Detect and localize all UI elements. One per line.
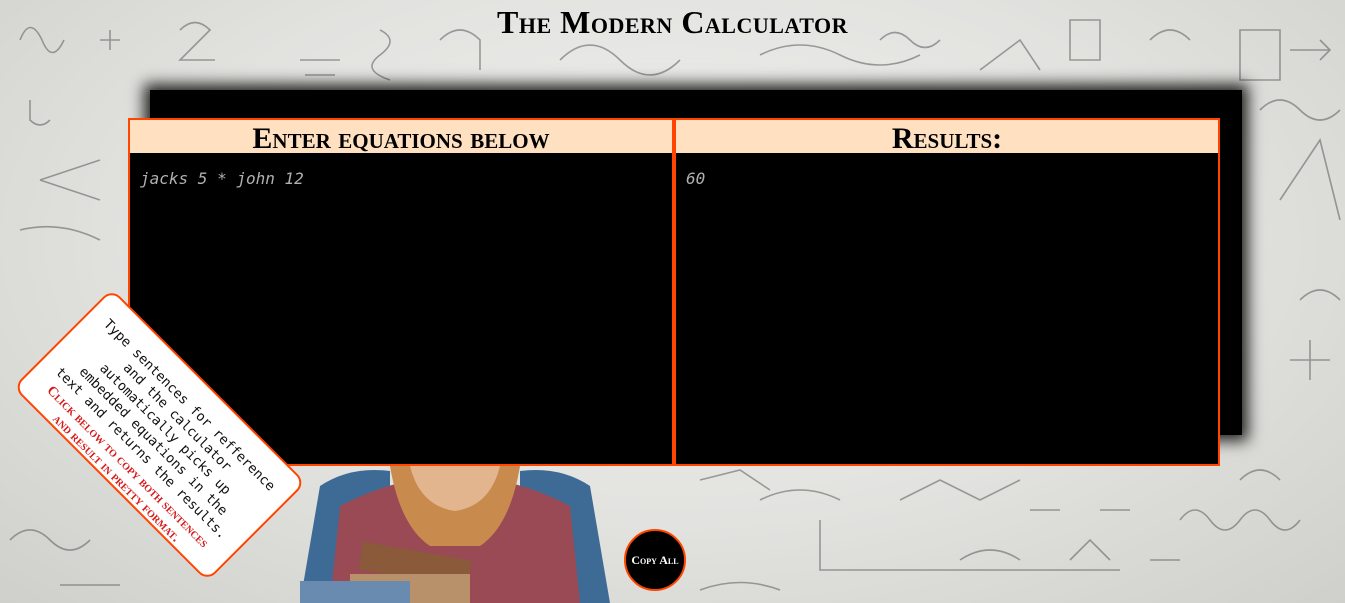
results-panel-header: Results:: [676, 120, 1218, 153]
input-panel-header: Enter equations below: [130, 120, 672, 153]
student-illustration: [300, 466, 610, 603]
page-title: The Modern Calculator: [497, 4, 848, 40]
results-output: 60: [686, 169, 706, 188]
copy-all-button[interactable]: Copy All: [624, 529, 686, 591]
results-panel: Results: 60: [674, 118, 1220, 466]
